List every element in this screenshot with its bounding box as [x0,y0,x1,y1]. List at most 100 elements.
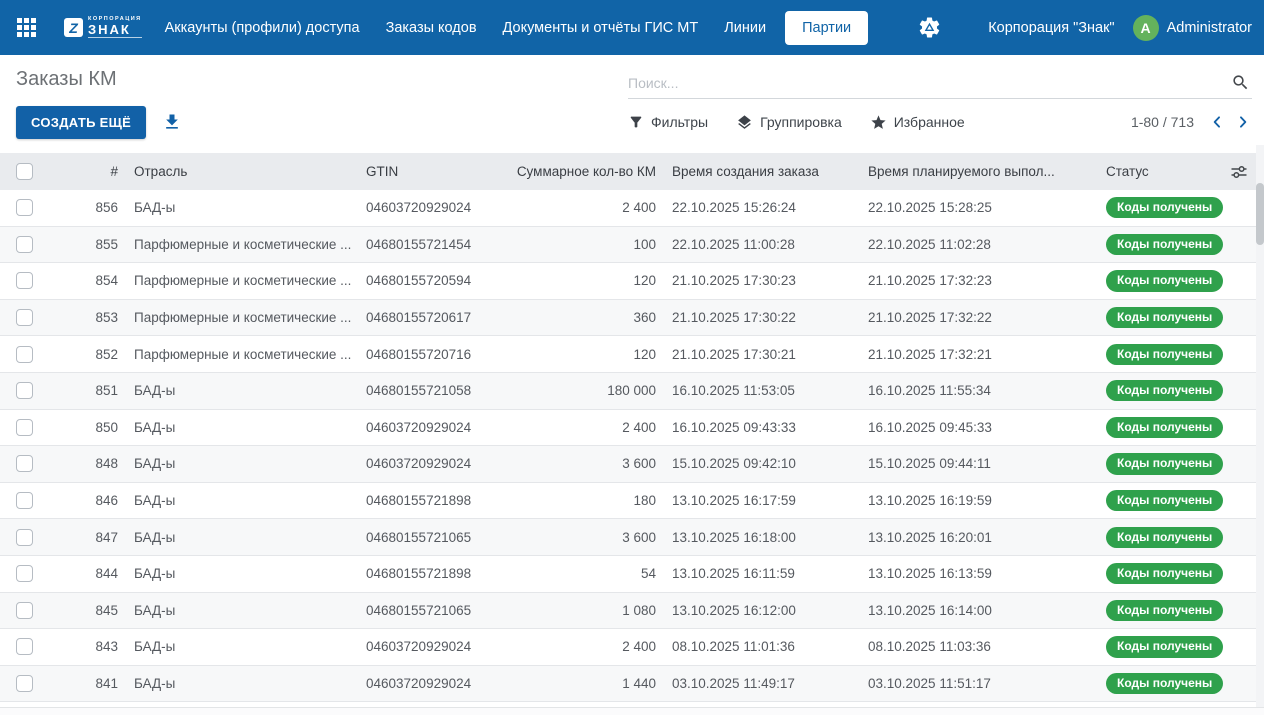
cell-industry: Парфюмерные и косметические ... [126,347,362,362]
table-row[interactable]: 852 Парфюмерные и косметические ... 0468… [0,336,1264,373]
row-checkbox[interactable] [16,455,33,472]
row-checkbox[interactable] [16,529,33,546]
row-checkbox[interactable] [16,236,33,253]
top-navigation-bar: Z КОРПОРАЦИЯ ЗНАК Аккаунты (профили) дос… [0,0,1264,55]
row-checkbox[interactable] [16,492,33,509]
search-icon [1231,73,1250,92]
pagination: 1-80 / 713 [1131,112,1252,132]
cell-gtin: 04680155721065 [362,530,502,545]
column-header-gtin[interactable]: GTIN [362,164,502,179]
cell-quantity: 180 [502,493,662,508]
orders-table: # Отрасль GTIN Суммарное кол-во КМ Время… [0,153,1264,715]
table-row[interactable]: 843 БАД-ы 04603720929024 2 400 08.10.202… [0,629,1264,666]
search-button[interactable] [1229,71,1252,94]
column-header-number[interactable]: # [46,164,126,179]
cell-planned: 16.10.2025 11:55:34 [858,383,1098,398]
prev-page-button[interactable] [1208,112,1226,132]
table-row[interactable]: 850 БАД-ы 04603720929024 2 400 16.10.202… [0,410,1264,447]
table-header: # Отрасль GTIN Суммарное кол-во КМ Время… [0,153,1264,190]
cell-number: 851 [46,383,126,398]
cell-planned: 21.10.2025 17:32:22 [858,310,1098,325]
cell-gtin: 04680155721898 [362,493,502,508]
table-row[interactable]: 841 БАД-ы 04603720929024 1 440 03.10.202… [0,666,1264,703]
grouping-button[interactable]: Группировка [736,114,842,131]
cell-created: 21.10.2025 17:30:22 [662,310,858,325]
row-checkbox[interactable] [16,638,33,655]
column-header-planned[interactable]: Время планируемого выпол... [858,164,1098,179]
cell-number: 844 [46,566,126,581]
table-row[interactable]: 844 БАД-ы 04680155721898 54 13.10.2025 1… [0,556,1264,593]
nav-item-batches-active[interactable]: Партии [785,11,868,45]
column-settings-button[interactable] [1230,163,1248,181]
favorites-button[interactable]: Избранное [870,114,965,131]
search-input[interactable] [628,75,1229,91]
row-checkbox[interactable] [16,382,33,399]
apps-grid-button[interactable] [0,0,52,55]
column-header-status[interactable]: Статус [1098,164,1228,179]
row-checkbox[interactable] [16,419,33,436]
status-badge: Коды получены [1106,417,1223,438]
page-header: Заказы КМ [0,55,1264,99]
nav-item-accounts[interactable]: Аккаунты (профили) доступа [152,11,373,45]
status-badge: Коды получены [1106,197,1223,218]
page-title: Заказы КМ [16,68,117,91]
cell-gtin: 04680155721058 [362,383,502,398]
cell-quantity: 180 000 [502,383,662,398]
username: Administrator [1167,20,1252,36]
cell-industry: БАД-ы [126,456,362,471]
vertical-scrollbar-thumb[interactable] [1256,183,1264,245]
list-tools: Фильтры Группировка Избранное 1-80 / 713 [628,112,1252,132]
status-badge: Коды получены [1106,527,1223,548]
cell-gtin: 04680155721454 [362,237,502,252]
cell-quantity: 2 400 [502,200,662,215]
select-all-checkbox[interactable] [16,163,33,180]
table-row[interactable]: 848 БАД-ы 04603720929024 3 600 15.10.202… [0,446,1264,483]
cell-created: 21.10.2025 17:30:21 [662,347,858,362]
cell-gtin: 04603720929024 [362,639,502,654]
table-row[interactable]: 846 БАД-ы 04680155721898 180 13.10.2025 … [0,483,1264,520]
table-row[interactable]: 856 БАД-ы 04603720929024 2 400 22.10.202… [0,190,1264,227]
row-checkbox[interactable] [16,602,33,619]
row-checkbox[interactable] [16,565,33,582]
row-checkbox[interactable] [16,309,33,326]
row-checkbox[interactable] [16,346,33,363]
cell-quantity: 3 600 [502,530,662,545]
column-header-created[interactable]: Время создания заказа [662,164,858,179]
table-row[interactable]: 845 БАД-ы 04680155721065 1 080 13.10.202… [0,593,1264,630]
table-row[interactable]: 851 БАД-ы 04680155721058 180 000 16.10.2… [0,373,1264,410]
table-row[interactable]: 854 Парфюмерные и косметические ... 0468… [0,263,1264,300]
filters-button[interactable]: Фильтры [628,114,708,130]
cell-quantity: 54 [502,566,662,581]
cell-planned: 21.10.2025 17:32:21 [858,347,1098,362]
row-checkbox[interactable] [16,675,33,692]
cell-planned: 13.10.2025 16:20:01 [858,530,1098,545]
column-header-quantity[interactable]: Суммарное кол-во КМ [502,164,662,179]
status-badge: Коды получены [1106,453,1223,474]
user-menu[interactable]: A Administrator [1133,15,1252,41]
table-row[interactable]: 847 БАД-ы 04680155721065 3 600 13.10.202… [0,519,1264,556]
row-checkbox[interactable] [16,272,33,289]
layers-icon [736,114,753,131]
cell-number: 845 [46,603,126,618]
brand-logo[interactable]: Z КОРПОРАЦИЯ ЗНАК [64,17,142,38]
next-page-button[interactable] [1234,112,1252,132]
nav-item-documents[interactable]: Документы и отчёты ГИС МТ [490,11,712,45]
nav-item-code-orders[interactable]: Заказы кодов [373,11,490,45]
table-row[interactable]: 855 Парфюмерные и косметические ... 0468… [0,227,1264,264]
cell-planned: 22.10.2025 11:02:28 [858,237,1098,252]
cell-number: 854 [46,273,126,288]
status-badge: Коды получены [1106,380,1223,401]
logo-main-text: ЗНАК [88,23,142,38]
nav-item-lines[interactable]: Линии [711,11,779,45]
table-row[interactable]: 853 Парфюмерные и косметические ... 0468… [0,300,1264,337]
vertical-scrollbar[interactable] [1256,145,1264,707]
cell-industry: БАД-ы [126,676,362,691]
row-checkbox[interactable] [16,199,33,216]
download-button[interactable] [162,112,182,132]
settings-gear-button[interactable] [917,15,942,40]
create-more-button[interactable]: СОЗДАТЬ ЕЩЁ [16,106,146,139]
horizontal-scrollbar[interactable] [0,707,1264,715]
cell-created: 03.10.2025 11:49:17 [662,676,858,691]
cell-number: 853 [46,310,126,325]
column-header-industry[interactable]: Отрасль [126,164,362,179]
